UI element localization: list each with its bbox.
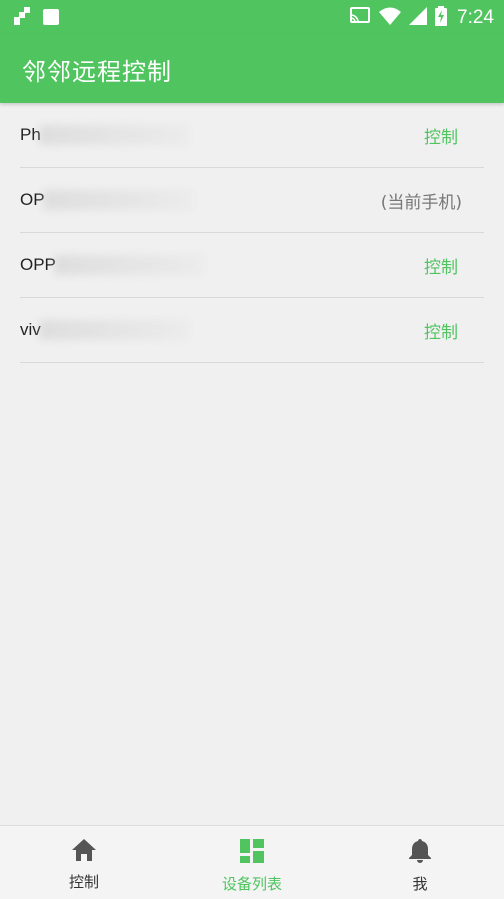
device-list: Ph 控制 OP (当前手机) OPP 控制 viv 控制 — [20, 103, 484, 363]
square-notification-icon — [42, 8, 60, 30]
list-item[interactable]: OP (当前手机) — [20, 168, 484, 233]
app-notification-icon — [12, 7, 32, 31]
bell-icon — [408, 838, 432, 868]
device-name: viv — [20, 320, 189, 341]
control-button[interactable]: 控制 — [424, 123, 458, 148]
bottom-navigation: 控制 设备列表 我 — [0, 825, 504, 899]
nav-label: 我 — [412, 875, 428, 893]
grid-icon — [239, 838, 265, 868]
redacted-text — [38, 125, 189, 146]
nav-item-control[interactable]: 控制 — [0, 826, 168, 899]
current-phone-label: (当前手机) — [380, 192, 462, 213]
status-bar: 7:24 — [0, 0, 504, 34]
device-name: Ph — [20, 125, 189, 146]
nav-item-device-list[interactable]: 设备列表 — [168, 826, 336, 899]
nav-item-me[interactable]: 我 — [336, 826, 504, 899]
control-button[interactable]: 控制 — [424, 318, 458, 343]
page-title: 邻邻远程控制 — [22, 58, 172, 86]
status-time: 7:24 — [457, 7, 494, 28]
battery-charging-icon — [435, 6, 448, 30]
wifi-icon — [379, 7, 402, 29]
control-button[interactable]: 控制 — [424, 253, 458, 278]
cell-signal-icon — [409, 7, 428, 29]
device-name: OP — [20, 190, 193, 211]
redacted-text — [53, 255, 204, 276]
list-item[interactable]: OPP 控制 — [20, 233, 484, 298]
redacted-text — [38, 320, 189, 341]
app-bar: 邻邻远程控制 — [0, 34, 504, 103]
nav-label: 设备列表 — [221, 875, 282, 893]
home-icon — [71, 838, 97, 866]
redacted-text — [42, 190, 193, 211]
device-name: OPP — [20, 255, 204, 276]
cast-icon — [349, 6, 371, 30]
list-item[interactable]: Ph 控制 — [20, 103, 484, 168]
nav-label: 控制 — [68, 873, 99, 891]
list-item[interactable]: viv 控制 — [20, 298, 484, 363]
